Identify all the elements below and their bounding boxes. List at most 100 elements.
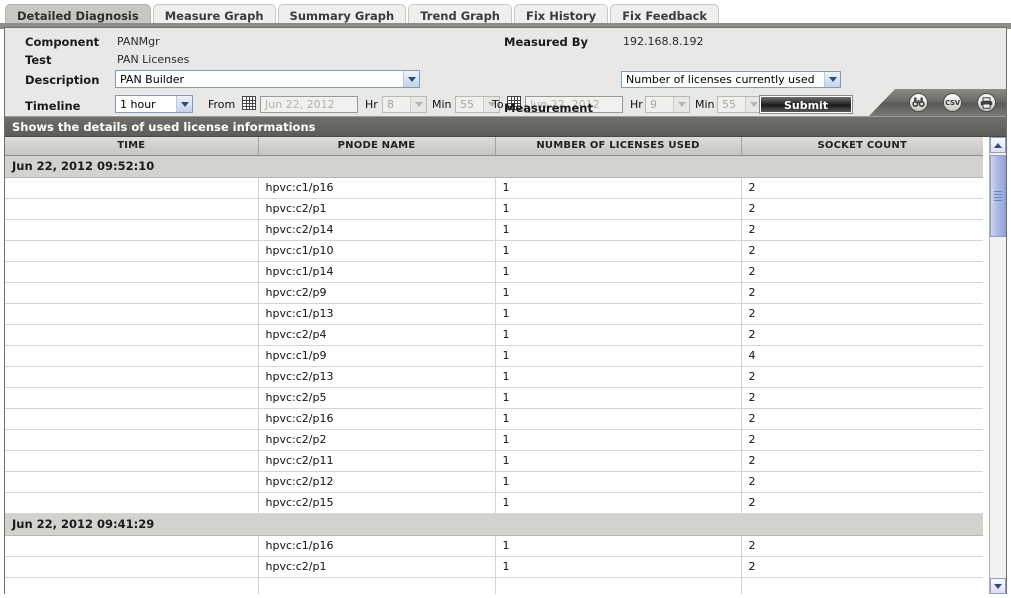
column-header-sockets[interactable]: SOCKET COUNT (741, 137, 983, 156)
cell-pnode: hpvc:c2/p2 (258, 429, 496, 451)
cell-sockets: 2 (741, 471, 983, 493)
component-value: PANMgr (117, 35, 160, 48)
cell-time (5, 556, 259, 578)
test-label: Test (25, 53, 52, 67)
main-panel: Component PANMgr Test PAN Licenses Descr… (4, 27, 1007, 594)
cell-licenses: 1 (495, 429, 742, 451)
table-header-row: TIME PNODE NAME NUMBER OF LICENSES USED … (5, 137, 983, 156)
cell-pnode: hpvc:c2/p4 (258, 324, 496, 346)
cell-sockets: 2 (741, 387, 983, 409)
cell-sockets: 2 (741, 492, 983, 514)
cell-licenses: 1 (495, 535, 742, 557)
table-row[interactable]: hpvc:c2/p1 1 2 (5, 556, 983, 578)
table-row[interactable]: hpvc:c2/p2 1 2 (5, 429, 983, 451)
component-label: Component (25, 35, 100, 49)
vertical-scrollbar[interactable] (989, 137, 1006, 594)
cell-sockets: 2 (741, 324, 983, 346)
cell-time (5, 282, 259, 304)
cell-pnode: hpvc:c2/p1 (258, 198, 496, 220)
cell-licenses: 1 (495, 366, 742, 388)
description-label: Description (25, 73, 100, 87)
from-label: From (208, 98, 236, 111)
table-row[interactable]: hpvc:c2/p1 1 2 (5, 198, 983, 220)
to-hour-value: 9 (650, 98, 657, 111)
column-header-licenses[interactable]: NUMBER OF LICENSES USED (495, 137, 742, 156)
timeline-select-value: 1 hour (120, 97, 156, 111)
to-label: To (492, 98, 504, 111)
cell-licenses: 1 (495, 471, 742, 493)
chevron-down-icon (410, 97, 426, 112)
table-row[interactable]: hpvc:c2/p5 1 2 (5, 387, 983, 409)
table-row[interactable]: hpvc:c2/p12 1 2 (5, 471, 983, 493)
to-minute-value: 55 (722, 98, 736, 111)
cell-time (5, 198, 259, 220)
table-row[interactable]: hpvc:c2/p11 1 2 (5, 450, 983, 472)
cell-licenses (495, 577, 742, 594)
to-hr-label: Hr (630, 98, 643, 111)
table-row[interactable]: hpvc:c2/p4 1 2 (5, 324, 983, 346)
table-row[interactable]: hpvc:c1/p14 1 2 (5, 261, 983, 283)
test-value: PAN Licenses (117, 53, 190, 66)
cell-time (5, 324, 259, 346)
cell-pnode: hpvc:c2/p15 (258, 492, 496, 514)
from-hr-label: Hr (365, 98, 378, 111)
cell-licenses: 1 (495, 324, 742, 346)
export-toolbar: CSV (869, 89, 1006, 116)
chevron-down-icon (176, 96, 192, 112)
from-minute-value: 55 (460, 98, 474, 111)
cell-sockets: 2 (741, 535, 983, 557)
cell-time (5, 177, 259, 199)
cell-licenses: 1 (495, 261, 742, 283)
table-row[interactable]: hpvc:c2/p16 1 2 (5, 408, 983, 430)
scroll-up-arrow-icon[interactable] (990, 137, 1006, 153)
cell-pnode: hpvc:c2/p9 (258, 282, 496, 304)
timeline-select[interactable]: 1 hour (115, 95, 193, 113)
binoculars-icon[interactable] (909, 93, 928, 112)
cell-pnode: hpvc:c1/p16 (258, 177, 496, 199)
cell-sockets: 2 (741, 240, 983, 262)
chevron-down-icon (824, 72, 840, 87)
column-header-time[interactable]: TIME (5, 137, 259, 156)
table-row[interactable]: hpvc:c1/p10 1 2 (5, 240, 983, 262)
to-min-label: Min (695, 98, 715, 111)
cell-pnode: hpvc:c1/p14 (258, 261, 496, 283)
cell-licenses: 1 (495, 556, 742, 578)
cell-pnode: hpvc:c2/p5 (258, 387, 496, 409)
table-row[interactable]: hpvc:c2/p13 1 2 (5, 366, 983, 388)
table-row[interactable]: hpvc:c1/p9 1 4 (5, 345, 983, 367)
printer-icon[interactable] (977, 93, 996, 112)
table-row[interactable]: hpvc:c1/p16 1 2 (5, 535, 983, 557)
table-row[interactable]: hpvc:c2/p14 1 2 (5, 219, 983, 241)
column-header-pnode[interactable]: PNODE NAME (258, 137, 496, 156)
description-select[interactable]: PAN Builder (115, 70, 420, 88)
table-row[interactable]: hpvc:c1/p16 1 2 (5, 177, 983, 199)
to-hour-select[interactable]: 9 (645, 96, 690, 113)
cell-time (5, 450, 259, 472)
group-header-row: Jun 22, 2012 09:52:10 (5, 154, 983, 178)
cell-sockets: 2 (741, 429, 983, 451)
cell-licenses: 1 (495, 198, 742, 220)
cell-sockets: 2 (741, 408, 983, 430)
from-hour-select[interactable]: 8 (382, 96, 427, 113)
table-row[interactable] (5, 577, 983, 594)
cell-licenses: 1 (495, 177, 742, 199)
submit-button[interactable]: Submit (759, 95, 853, 114)
to-minute-select[interactable]: 55 (717, 96, 762, 113)
group-header-row: Jun 22, 2012 09:41:29 (5, 512, 983, 536)
cell-pnode: hpvc:c1/p13 (258, 303, 496, 325)
cell-time (5, 303, 259, 325)
table-row[interactable]: hpvc:c2/p9 1 2 (5, 282, 983, 304)
measurement-select[interactable]: Number of licenses currently used (621, 71, 841, 88)
cell-pnode: hpvc:c2/p13 (258, 366, 496, 388)
scroll-down-arrow-icon[interactable] (990, 578, 1006, 594)
table-row[interactable]: hpvc:c2/p15 1 2 (5, 492, 983, 514)
cell-pnode: hpvc:c1/p9 (258, 345, 496, 367)
cell-licenses: 1 (495, 240, 742, 262)
table-row[interactable]: hpvc:c1/p13 1 2 (5, 303, 983, 325)
cell-time (5, 345, 259, 367)
from-date-input[interactable]: Jun 22, 2012 (260, 96, 358, 113)
scrollbar-thumb[interactable] (990, 155, 1006, 237)
calendar-icon-from[interactable] (242, 96, 256, 110)
cell-time (5, 387, 259, 409)
csv-icon[interactable]: CSV (943, 93, 962, 112)
